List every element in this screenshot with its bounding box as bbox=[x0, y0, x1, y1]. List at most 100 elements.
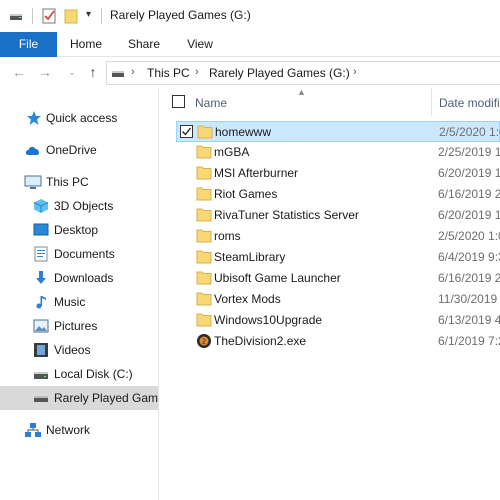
file-date-modified: 6/20/2019 1: bbox=[438, 166, 500, 180]
file-row[interactable]: 2 TheDivision2.exe 6/1/2019 7:2 bbox=[176, 331, 500, 352]
breadcrumb-this-pc[interactable]: This PC bbox=[147, 66, 190, 80]
exe-app-icon: 2 bbox=[196, 333, 212, 348]
folder-icon bbox=[196, 249, 212, 264]
sidebar-item-label: OneDrive bbox=[46, 143, 97, 157]
folder-icon bbox=[196, 186, 212, 201]
tab-view[interactable]: View bbox=[174, 32, 226, 57]
file-row[interactable]: roms 2/5/2020 1:0 bbox=[176, 226, 500, 247]
sidebar-item-videos[interactable]: Videos bbox=[0, 338, 158, 362]
sidebar-item-local-disk[interactable]: Local Disk (C:) bbox=[0, 362, 158, 386]
file-name: MSI Afterburner bbox=[214, 166, 299, 180]
sidebar-item-onedrive[interactable]: OneDrive bbox=[0, 138, 158, 162]
sidebar-item-3d-objects[interactable]: 3D Objects bbox=[0, 194, 158, 218]
cube-icon bbox=[33, 198, 49, 214]
sidebar-item-this-pc[interactable]: This PC bbox=[0, 170, 158, 194]
ribbon-tabs: File Home Share View bbox=[0, 32, 500, 57]
breadcrumb-separator-icon[interactable]: › bbox=[353, 66, 357, 78]
sidebar-item-rarely-played-games[interactable]: Rarely Played Game bbox=[0, 386, 158, 410]
file-date-modified: 6/4/2019 9:3 bbox=[438, 250, 500, 264]
file-name: RivaTuner Statistics Server bbox=[214, 208, 359, 222]
toolbar-divider bbox=[101, 8, 102, 24]
picture-icon bbox=[33, 318, 49, 334]
back-arrow-icon[interactable]: ← bbox=[11, 63, 27, 81]
file-row[interactable]: mGBA 2/25/2019 1: bbox=[176, 142, 500, 163]
document-icon bbox=[33, 246, 49, 262]
column-header-date-modified[interactable]: Date modifi bbox=[439, 96, 500, 110]
select-all-checkbox[interactable] bbox=[172, 95, 185, 108]
sidebar-item-network[interactable]: Network bbox=[0, 418, 158, 442]
breadcrumb-separator-icon[interactable]: › bbox=[131, 66, 135, 78]
column-header-name[interactable]: Name bbox=[195, 96, 227, 110]
tab-share[interactable]: Share bbox=[118, 32, 170, 57]
folder-icon bbox=[196, 270, 212, 285]
address-bar[interactable]: › This PC › Rarely Played Games (G:) › bbox=[106, 61, 500, 85]
forward-arrow-icon[interactable]: → bbox=[37, 63, 53, 81]
recent-locations-chevron-icon[interactable]: ⌄ bbox=[64, 63, 80, 81]
svg-text:2: 2 bbox=[202, 338, 206, 346]
file-name: Riot Games bbox=[214, 187, 278, 201]
column-header-row: ▲ Name Date modifi bbox=[160, 87, 500, 116]
sidebar-item-label: Local Disk (C:) bbox=[54, 367, 133, 381]
folder-icon bbox=[196, 228, 212, 243]
drive-icon[interactable] bbox=[9, 8, 23, 25]
file-date-modified: 6/16/2019 2: bbox=[438, 271, 500, 285]
breadcrumb-current-drive[interactable]: Rarely Played Games (G:) bbox=[209, 66, 350, 80]
sidebar-item-label: Documents bbox=[54, 247, 115, 261]
file-row[interactable]: Windows10Upgrade 6/13/2019 4: bbox=[176, 310, 500, 331]
file-name: Vortex Mods bbox=[214, 292, 281, 306]
file-row[interactable]: Riot Games 6/16/2019 2: bbox=[176, 184, 500, 205]
drive-icon bbox=[33, 366, 49, 382]
up-arrow-icon[interactable]: ↑ bbox=[85, 63, 101, 81]
file-date-modified: 2/25/2019 1: bbox=[438, 145, 500, 159]
file-date-modified: 2/5/2020 1:0 bbox=[439, 125, 500, 139]
sidebar-item-label: Downloads bbox=[54, 271, 114, 285]
download-icon bbox=[33, 270, 49, 286]
sidebar-item-quick-access[interactable]: Quick access bbox=[0, 106, 158, 130]
folder-icon bbox=[196, 144, 212, 159]
file-date-modified: 6/13/2019 4: bbox=[438, 313, 500, 327]
sidebar-item-label: Music bbox=[54, 295, 86, 309]
file-name: SteamLibrary bbox=[214, 250, 286, 264]
navigation-bar: ← → ⌄ ↑ › This PC › Rarely Played Games … bbox=[0, 57, 500, 88]
file-row[interactable]: SteamLibrary 6/4/2019 9:3 bbox=[176, 247, 500, 268]
toolbar-divider bbox=[32, 8, 33, 24]
star-icon bbox=[26, 110, 42, 126]
new-folder-icon[interactable] bbox=[64, 8, 78, 27]
file-name: Ubisoft Game Launcher bbox=[214, 271, 341, 285]
sidebar-item-downloads[interactable]: Downloads bbox=[0, 266, 158, 290]
file-row[interactable]: Ubisoft Game Launcher 6/16/2019 2: bbox=[176, 268, 500, 289]
file-name: roms bbox=[214, 229, 241, 243]
tab-home[interactable]: Home bbox=[60, 32, 112, 57]
cloud-icon bbox=[24, 142, 40, 158]
file-date-modified: 11/30/2019 bbox=[438, 292, 498, 306]
customize-dropdown-icon[interactable]: ▾ bbox=[86, 9, 91, 20]
sidebar-item-label: Network bbox=[46, 423, 91, 437]
folder-icon bbox=[196, 207, 212, 222]
file-date-modified: 6/16/2019 2: bbox=[438, 187, 500, 201]
sidebar-item-desktop[interactable]: Desktop bbox=[0, 218, 158, 242]
file-name: Windows10Upgrade bbox=[214, 313, 323, 327]
file-row[interactable]: MSI Afterburner 6/20/2019 1: bbox=[176, 163, 500, 184]
sidebar-item-label: Quick access bbox=[46, 111, 118, 125]
desktop-icon bbox=[33, 222, 49, 238]
tab-file[interactable]: File bbox=[0, 32, 57, 57]
properties-icon[interactable] bbox=[42, 8, 57, 27]
breadcrumb-separator-icon[interactable]: › bbox=[195, 66, 199, 78]
file-list: ▲ Name Date modifi homewww 2/5/2020 1:0 mG… bbox=[160, 87, 500, 500]
column-divider[interactable] bbox=[431, 88, 432, 116]
folder-icon bbox=[197, 124, 213, 139]
file-name: homewww bbox=[215, 125, 272, 139]
navigation-pane: Quick access OneDrive This PC 3D Objects… bbox=[0, 88, 159, 500]
video-icon bbox=[33, 342, 49, 358]
sidebar-item-pictures[interactable]: Pictures bbox=[0, 314, 158, 338]
file-row[interactable]: homewww 2/5/2020 1:0 bbox=[176, 121, 500, 142]
row-checkbox[interactable] bbox=[180, 125, 193, 138]
file-date-modified: 2/5/2020 1:0 bbox=[438, 229, 500, 243]
file-row[interactable]: RivaTuner Statistics Server 6/20/2019 1: bbox=[176, 205, 500, 226]
sidebar-item-label: Pictures bbox=[54, 319, 98, 333]
file-date-modified: 6/1/2019 7:2 bbox=[438, 334, 500, 348]
sidebar-item-music[interactable]: Music bbox=[0, 290, 158, 314]
sidebar-item-label: Rarely Played Game bbox=[54, 391, 158, 405]
sidebar-item-documents[interactable]: Documents bbox=[0, 242, 158, 266]
file-row[interactable]: Vortex Mods 11/30/2019 bbox=[176, 289, 500, 310]
